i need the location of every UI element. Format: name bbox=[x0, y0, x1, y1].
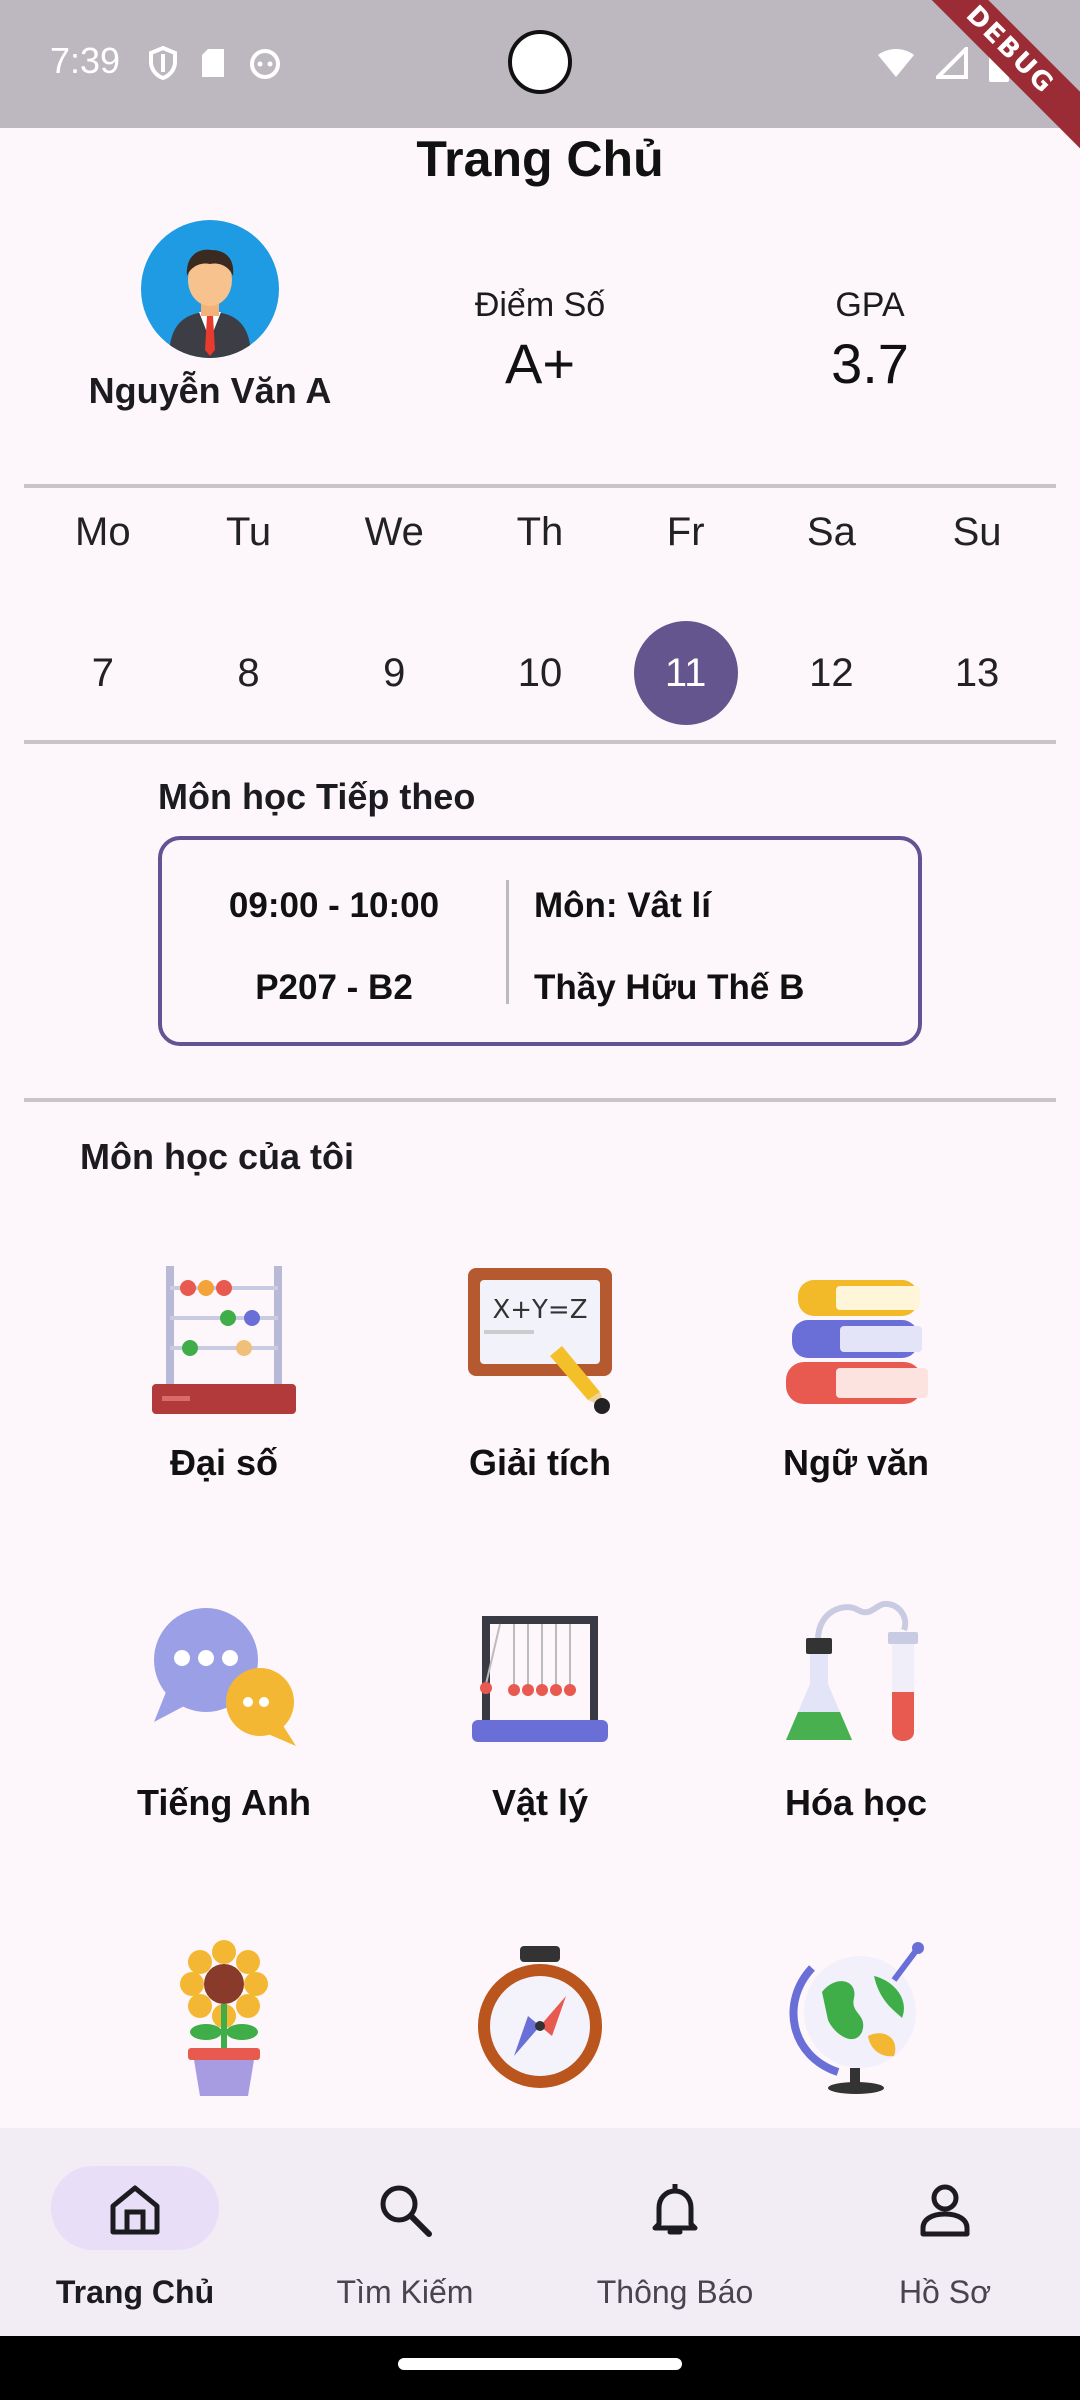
weekday-label: Mo bbox=[75, 510, 131, 554]
subject-label: Đại số bbox=[169, 1442, 279, 1483]
date-cell[interactable]: 8 bbox=[189, 621, 309, 725]
sd-card-icon bbox=[202, 49, 224, 77]
date-cell-selected[interactable]: 11 bbox=[626, 621, 746, 725]
weekday-label: Su bbox=[952, 510, 1002, 554]
compass-icon bbox=[460, 1940, 620, 2100]
subject-label: Giải tích bbox=[468, 1442, 612, 1483]
class-teacher: Thầy Hữu Thế B bbox=[534, 968, 805, 1007]
books-icon bbox=[776, 1260, 936, 1420]
card-separator bbox=[506, 880, 509, 1004]
abacus-icon bbox=[144, 1260, 304, 1420]
newtons-cradle-icon bbox=[460, 1600, 620, 1760]
date-cell[interactable]: 7 bbox=[43, 621, 163, 725]
date-cell[interactable]: 12 bbox=[771, 621, 891, 725]
person-icon bbox=[920, 2184, 970, 2237]
flower-pot-icon bbox=[144, 1940, 304, 2100]
next-class-card[interactable]: 09:00 - 10:00 P207 - B2 Môn: Vât lí Thầy… bbox=[158, 836, 922, 1046]
date-number: 9 bbox=[383, 650, 406, 695]
divider bbox=[24, 740, 1056, 744]
class-room: P207 - B2 bbox=[255, 968, 413, 1007]
nav-label: Tìm Kiếm bbox=[336, 2274, 474, 2310]
svg-text:X+Y=Z: X+Y=Z bbox=[492, 1295, 587, 1325]
subject-literature[interactable]: Ngữ văn bbox=[706, 1260, 1006, 1484]
weekday-label: Th bbox=[516, 510, 564, 554]
subject-biology[interactable] bbox=[74, 1940, 374, 2122]
date-number: 7 bbox=[91, 650, 114, 695]
formula-board-icon: X+Y=Z bbox=[460, 1260, 620, 1420]
nav-search[interactable]: Tìm Kiếm bbox=[270, 2128, 540, 2336]
class-subject: Môn: Vât lí bbox=[534, 886, 711, 925]
score-value: A+ bbox=[504, 332, 576, 395]
gpa-value: 3.7 bbox=[831, 332, 909, 395]
weekday-label: We bbox=[364, 510, 424, 554]
week-calendar: Mo Tu We Th Fr Sa Su 7 8 9 10 11 12 13 bbox=[0, 510, 1080, 725]
profile-block[interactable]: Nguyễn Văn A bbox=[60, 220, 360, 412]
chat-bubbles-icon bbox=[144, 1600, 304, 1760]
nav-notifications[interactable]: Thông Báo bbox=[540, 2128, 810, 2336]
profile-name: Nguyễn Văn A bbox=[88, 370, 332, 411]
date-number: 8 bbox=[237, 650, 260, 695]
home-icon bbox=[110, 2185, 160, 2235]
subject-label: Ngữ văn bbox=[782, 1442, 930, 1483]
shield-icon bbox=[149, 46, 177, 80]
status-icons-left bbox=[148, 46, 282, 80]
gpa-stat: GPA 3.7 bbox=[740, 286, 1000, 396]
nav-profile[interactable]: Hồ Sơ bbox=[810, 2128, 1080, 2336]
subject-label: Tiếng Anh bbox=[137, 1782, 311, 1823]
subject-geography[interactable] bbox=[390, 1940, 690, 2122]
nav-label: Trang Chủ bbox=[55, 2274, 215, 2310]
bottom-navigation: Trang Chủ Tìm Kiếm Thông Báo Hồ Sơ bbox=[0, 2128, 1080, 2336]
my-subjects-heading: Môn học của tôi bbox=[80, 1136, 354, 1177]
nav-home[interactable]: Trang Chủ bbox=[0, 2128, 270, 2336]
next-class-heading: Môn học Tiếp theo bbox=[158, 776, 476, 817]
class-time: 09:00 - 10:00 bbox=[228, 886, 440, 925]
date-number: 11 bbox=[633, 621, 738, 725]
subject-label: Vật lý bbox=[491, 1782, 589, 1823]
date-number: 10 bbox=[517, 650, 563, 695]
weekday-row: Mo Tu We Th Fr Sa Su bbox=[0, 510, 1080, 555]
divider bbox=[24, 1098, 1056, 1102]
face-icon bbox=[250, 49, 280, 79]
divider bbox=[24, 484, 1056, 488]
status-bar: 7:39 DEBUG bbox=[0, 0, 1080, 157]
nav-label: Hồ Sơ bbox=[898, 2274, 992, 2310]
wifi-icon bbox=[878, 49, 914, 77]
subject-history[interactable] bbox=[706, 1940, 1006, 2122]
signal-icon bbox=[936, 47, 968, 79]
score-label: Điểm Số bbox=[474, 286, 606, 324]
home-gesture-bar[interactable] bbox=[398, 2358, 682, 2370]
subject-english[interactable]: Tiếng Anh bbox=[74, 1600, 374, 1824]
system-navigation-area bbox=[0, 2336, 1080, 2400]
weekday-label: Fr bbox=[666, 510, 705, 554]
date-number: 12 bbox=[809, 650, 854, 695]
subject-physics[interactable]: Vật lý bbox=[390, 1600, 690, 1824]
subject-chemistry[interactable]: Hóa học bbox=[706, 1600, 1006, 1824]
weekday-label: Tu bbox=[225, 510, 272, 554]
lab-flask-icon bbox=[776, 1600, 936, 1760]
gpa-label: GPA bbox=[835, 286, 905, 324]
avatar[interactable] bbox=[141, 220, 279, 358]
date-cell[interactable]: 13 bbox=[917, 621, 1037, 725]
date-cell[interactable]: 9 bbox=[334, 621, 454, 725]
date-cell[interactable]: 10 bbox=[480, 621, 600, 725]
camera-cutout bbox=[508, 30, 572, 94]
subject-label: Hóa học bbox=[784, 1782, 927, 1823]
page-title: Trang Chủ bbox=[416, 131, 664, 187]
globe-icon bbox=[776, 1940, 936, 2100]
date-number: 13 bbox=[954, 650, 1000, 695]
status-time: 7:39 bbox=[50, 40, 121, 81]
date-row: 7 8 9 10 11 12 13 bbox=[0, 621, 1080, 725]
search-icon bbox=[380, 2185, 432, 2237]
user-avatar-icon bbox=[169, 249, 251, 358]
nav-label: Thông Báo bbox=[596, 2274, 754, 2310]
bell-icon bbox=[652, 2184, 698, 2235]
subject-algebra[interactable]: Đại số bbox=[74, 1260, 374, 1484]
weekday-label: Sa bbox=[806, 510, 856, 554]
score-stat: Điểm Số A+ bbox=[410, 286, 670, 396]
subject-calculus[interactable]: X+Y=Z Giải tích bbox=[390, 1260, 690, 1484]
